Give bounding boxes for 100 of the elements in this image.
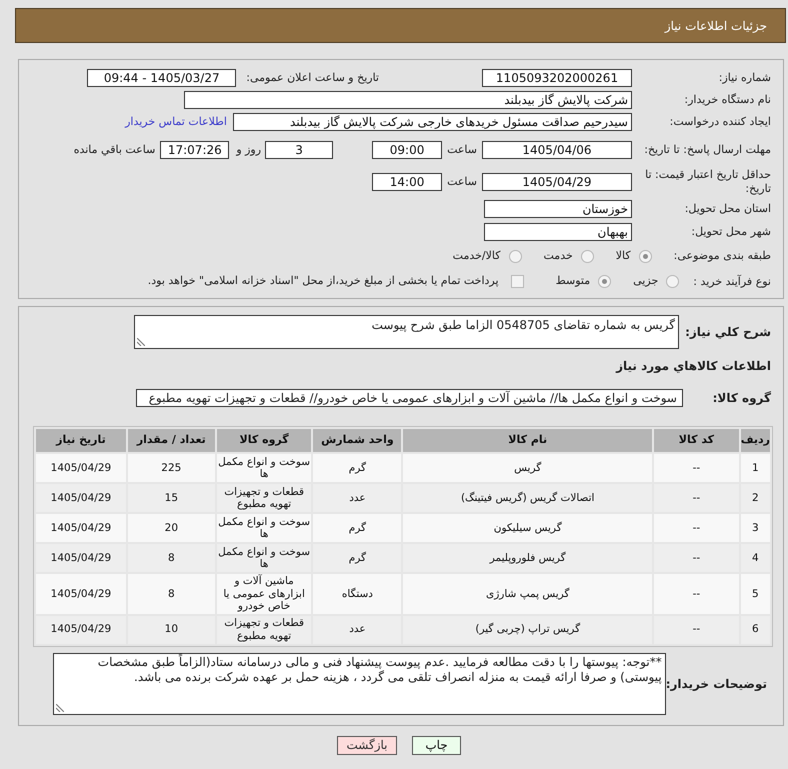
table-cell: گریس فلوروپلیمر	[403, 544, 652, 572]
field-label: نوع فرآیند خرید :	[693, 274, 771, 288]
table-cell: دستگاه	[313, 574, 402, 614]
field-label: نام دستگاه خریدار:	[683, 93, 771, 107]
table-cell: --	[654, 616, 739, 644]
table-cell: گریس سیلیکون	[403, 514, 652, 542]
table-cell: --	[654, 484, 739, 512]
table-cell: گریس تراپ (چربی گیر)	[403, 616, 652, 644]
section-title: اطلاعات کالاهاي مورد نياز	[616, 358, 772, 375]
buyer-org-field[interactable]: شرکت پالایش گاز بیدبلند	[184, 91, 632, 109]
column-header: کد کالا	[654, 429, 739, 452]
table-cell: 8	[128, 544, 215, 572]
summary-label: شرح کلي نیاز:	[684, 324, 771, 341]
table-cell: سوخت و انواع مکمل ها	[216, 454, 312, 482]
page-title: جزئیات اطلاعات نیاز	[664, 18, 767, 34]
table-cell: عدد	[313, 484, 402, 512]
table-cell: سوخت و انواع مکمل ها	[216, 514, 312, 542]
radio-label: کالا/خدمت	[452, 248, 500, 264]
column-header: واحد شمارش	[313, 429, 402, 452]
table-cell: 1405/04/29	[36, 454, 126, 482]
goods-group-field[interactable]: سوخت و انواع مکمل ها// ماشین آلات و ابزارهای عمومی یا خاص خودرو// قطعات و تجهیزات تهویه مطبوع	[136, 389, 683, 407]
buyer-contact-link[interactable]: اطلاعات تماس خریدار	[125, 114, 227, 130]
radio-button[interactable]	[508, 250, 522, 262]
table-cell: گرم	[313, 454, 402, 482]
radio-label: جزیی	[633, 273, 658, 290]
days-field[interactable]: 3	[265, 141, 334, 159]
summary-field[interactable]: گریس به شماره تقاضای 0548705 الزاما طبق شرح پیوست	[134, 315, 679, 349]
table-cell: گرم	[313, 514, 402, 542]
column-header: نام کالا	[403, 429, 652, 452]
radio-label: کالا	[616, 248, 631, 264]
resize-grip-icon[interactable]	[137, 338, 145, 346]
field-label: مهلت ارسال پاسخ: تا تاریخ:	[643, 143, 771, 157]
radio-button[interactable]	[598, 275, 612, 288]
table-cell: سوخت و انواع مکمل ها	[216, 544, 312, 572]
print-button[interactable]: چاپ	[412, 736, 461, 754]
table-cell: گریس	[403, 454, 652, 482]
need-number-field[interactable]: 1105093202000261	[482, 69, 632, 87]
reply-date-field[interactable]: 1405/04/06	[482, 141, 632, 159]
radio-label: متوسط	[556, 273, 590, 290]
field-label: ساعت	[447, 143, 477, 157]
field-label: استان محل تحویل:	[684, 202, 771, 216]
reply-time-field[interactable]: 09:00	[372, 141, 442, 159]
goods-group-label: گروه کالا:	[712, 390, 771, 407]
radio-button[interactable]	[580, 250, 594, 262]
announce-date-field[interactable]: 1405/03/27 - 09:44	[87, 69, 236, 87]
table-cell: 1	[740, 454, 770, 482]
field-label: شهر محل تحویل:	[690, 225, 771, 239]
table-cell: 1405/04/29	[36, 616, 126, 644]
table-cell: 6	[740, 616, 770, 644]
field-label: حداقل تاریخ اعتبار قیمت: تا تاریخ:	[644, 168, 771, 196]
city-field[interactable]: بهبهان	[484, 223, 632, 241]
validity-time-field[interactable]: 14:00	[372, 173, 442, 191]
table-cell: گریس پمپ شارژی	[403, 574, 652, 614]
table-cell: 225	[128, 454, 215, 482]
table-cell: 4	[740, 544, 770, 572]
field-label: شماره نیاز:	[718, 71, 771, 85]
field-label: روز و	[236, 143, 262, 157]
table-cell: عدد	[313, 616, 402, 644]
column-header: تاریخ نیاز	[36, 429, 126, 452]
table-cell: --	[654, 514, 739, 542]
table-cell: 1405/04/29	[36, 514, 126, 542]
field-label: طبقه بندی موضوعی:	[674, 249, 771, 263]
radio-label: خدمت	[544, 248, 573, 264]
table-cell: قطعات و تجهیزات تهویه مطبوع	[216, 484, 312, 512]
table-cell: 15	[128, 484, 215, 512]
checkbox[interactable]	[510, 275, 524, 288]
field-label: ایجاد کننده درخواست:	[668, 115, 771, 129]
column-header: گروه کالا	[216, 429, 312, 452]
field-label: ساعت باقي مانده	[74, 143, 156, 157]
radio-button[interactable]	[638, 250, 652, 262]
field-label: تاریخ و ساعت اعلان عمومی:	[246, 71, 379, 85]
table-cell: --	[654, 544, 739, 572]
table-cell: 1405/04/29	[36, 484, 126, 512]
table-cell: گرم	[313, 544, 402, 572]
table-cell: قطعات و تجهیزات تهویه مطبوع	[216, 616, 312, 644]
remaining-time-field[interactable]: 17:07:26	[160, 141, 230, 159]
column-header: ردیف	[740, 429, 770, 452]
radio-button[interactable]	[666, 275, 680, 288]
table-cell: --	[654, 574, 739, 614]
table-cell: 5	[740, 574, 770, 614]
field-label: ساعت	[447, 175, 477, 189]
table-cell: 20	[128, 514, 215, 542]
validity-date-field[interactable]: 1405/04/29	[482, 173, 632, 191]
table-cell: 8	[128, 574, 215, 614]
column-header: تعداد / مقدار	[128, 429, 215, 452]
requester-field[interactable]: سیدرحیم صداقت مسئول خریدهای خارجی شرکت پالایش گاز بیدبلند	[233, 113, 632, 131]
resize-grip-icon[interactable]	[56, 704, 64, 712]
buyer-notes-label: توضیحات خریدار:	[666, 676, 767, 692]
checkbox-label: پرداخت تمام یا بخشی از مبلغ خرید،از محل "اسناد خزانه اسلامی" خواهد بود.	[148, 273, 499, 290]
table-cell: ماشین آلات و ابزارهای عمومی یا خاص خودرو	[216, 574, 312, 614]
table-cell: 2	[740, 484, 770, 512]
table-cell: 1405/04/29	[36, 544, 126, 572]
table-cell: 1405/04/29	[36, 574, 126, 614]
table-cell: اتصالات گریس (گریس فیتینگ)	[403, 484, 652, 512]
back-button[interactable]: بازگشت	[337, 736, 397, 754]
table-cell: 3	[740, 514, 770, 542]
table-cell: 10	[128, 616, 215, 644]
table-cell: --	[654, 454, 739, 482]
buyer-notes-field[interactable]: **توجه: پیوستها را با دقت مطالعه فرمایید .عدم پیوست پیشنهاد فنی و مالی درسامانه ستاد(الزاماً طبق مشخصات پیوستی) و صرفا ارائه قیمت به منزله انصراف تلقی می گردد ، هزینه حمل بر عهده شرکت برنده می باشد.	[53, 652, 666, 714]
province-field[interactable]: خوزستان	[484, 200, 632, 218]
